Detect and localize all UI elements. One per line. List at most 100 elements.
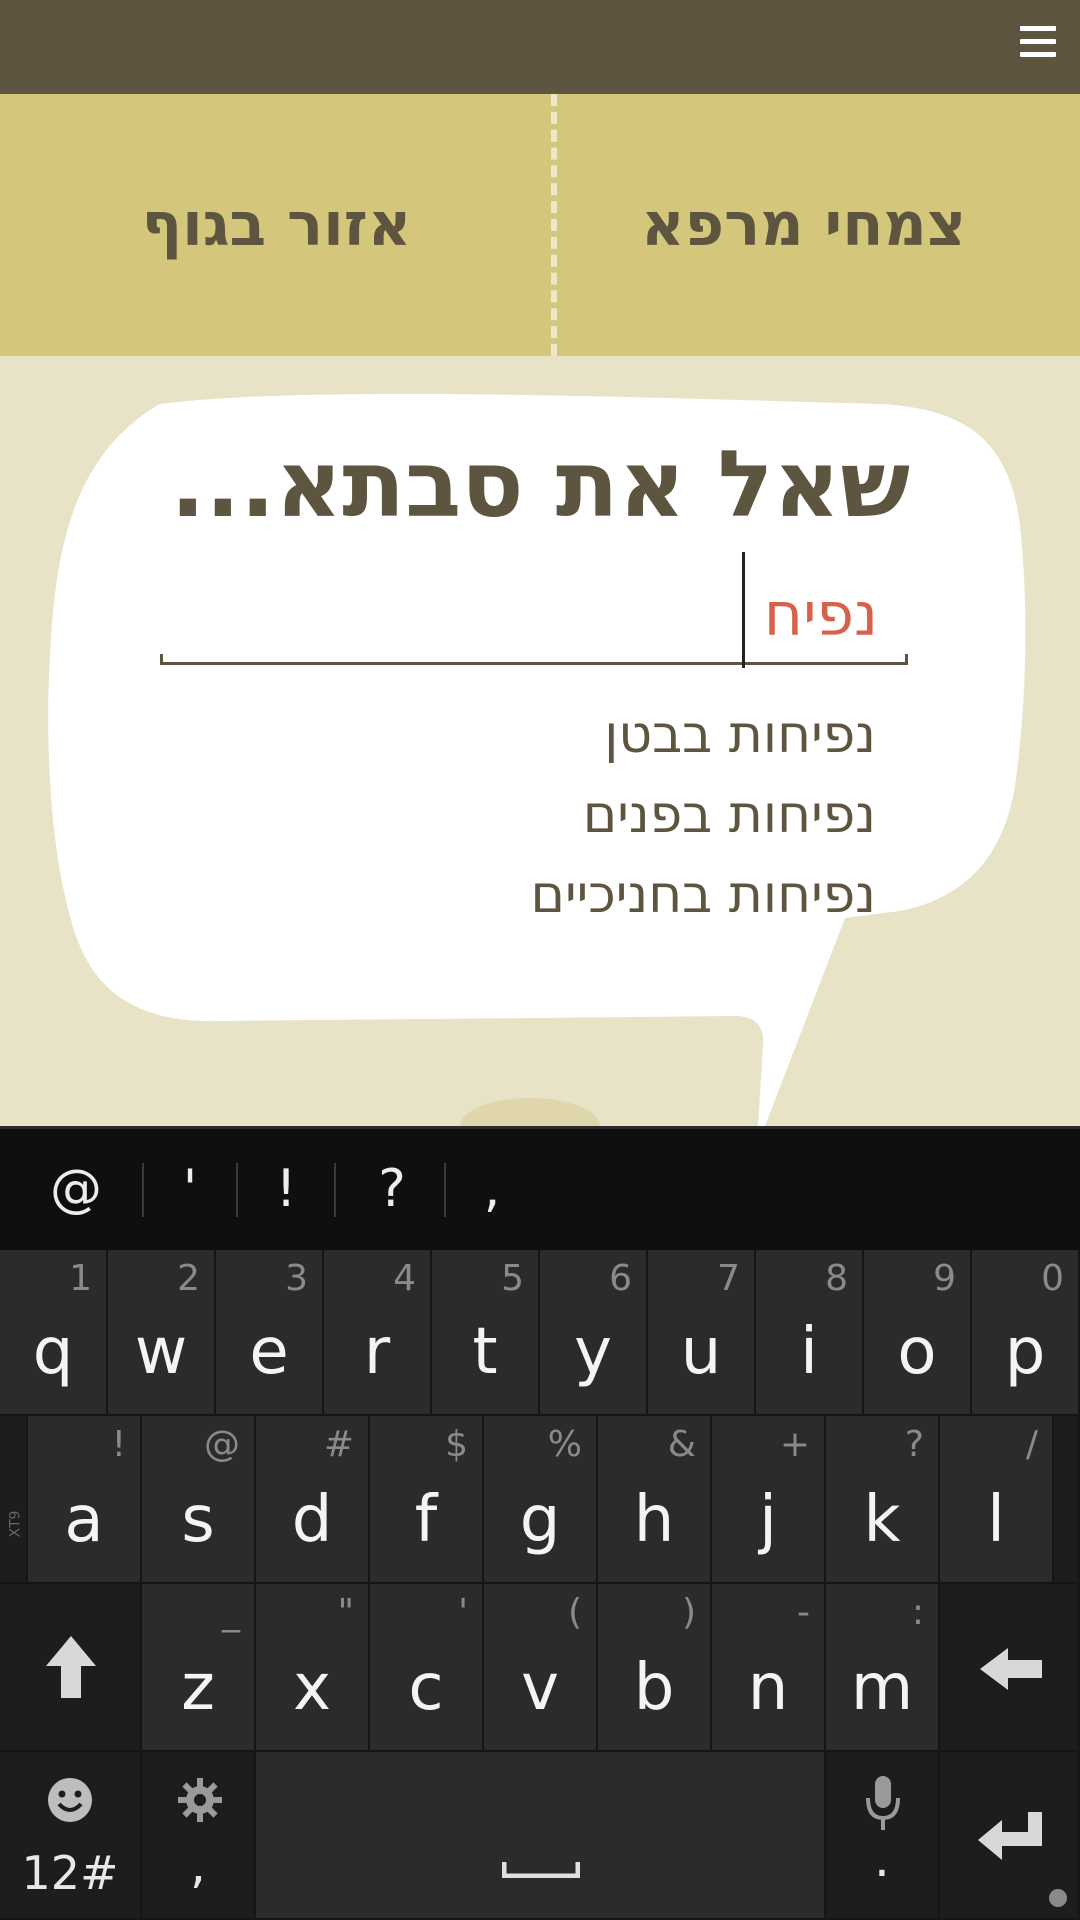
key-label: c [408, 1651, 444, 1725]
key-g[interactable]: % g [484, 1416, 598, 1584]
suggestion-item[interactable]: נפיחות בבטן [200, 700, 876, 780]
key-z[interactable]: _ z [142, 1584, 256, 1752]
key-label: f [414, 1483, 438, 1557]
key-label: d [291, 1483, 333, 1557]
search-underline-tick [905, 654, 908, 665]
symbol-question-key[interactable]: ? [342, 1149, 442, 1229]
key-y[interactable]: 6y [540, 1250, 648, 1416]
key-label: a [64, 1483, 104, 1557]
key-secondary: $ [445, 1424, 468, 1465]
key-x[interactable]: " x [256, 1584, 370, 1752]
menu-line [1020, 39, 1056, 44]
key-t[interactable]: 5t [432, 1250, 540, 1416]
top-bar [0, 0, 1080, 94]
settings-comma-key[interactable]: , [142, 1752, 256, 1920]
key-p[interactable]: 0p [972, 1250, 1080, 1416]
tab-healing-plants[interactable]: צמחי מרפא [527, 94, 1080, 356]
key-secondary: 3 [285, 1258, 308, 1299]
key-label: g [519, 1483, 561, 1557]
key-u[interactable]: 7u [648, 1250, 756, 1416]
symbol-apostrophe-key[interactable]: ' [150, 1149, 230, 1229]
key-m[interactable]: :m [826, 1584, 940, 1752]
key-r[interactable]: 4r [324, 1250, 432, 1416]
key-label: m [850, 1651, 914, 1725]
tab-body-area[interactable]: אזור בגוף [0, 94, 553, 356]
backspace-key[interactable] [940, 1584, 1080, 1752]
space-bar-icon [502, 1862, 580, 1878]
search-underline-tick [160, 654, 163, 665]
key-b[interactable]: ) b [598, 1584, 712, 1752]
backspace-arrow-icon [980, 1648, 1042, 1690]
xt9-label: XT9 [7, 1510, 24, 1538]
symbols-label: 12# [21, 1846, 119, 1900]
xt9-strip: XT9 [0, 1416, 28, 1584]
key-i[interactable]: 8i [756, 1250, 864, 1416]
key-label: u [680, 1315, 722, 1389]
key-label: l [987, 1483, 1005, 1557]
key-secondary: / [1025, 1424, 1038, 1465]
menu-line [1020, 26, 1056, 31]
key-k[interactable]: ? k [826, 1416, 940, 1584]
symbol-at-key[interactable]: @ [30, 1149, 122, 1229]
key-e[interactable]: 3e [216, 1250, 324, 1416]
key-w[interactable]: 2w [108, 1250, 216, 1416]
category-tabs: צמחי מרפא אזור בגוף [0, 94, 1080, 356]
key-secondary: & [667, 1424, 696, 1465]
key-c[interactable]: ' c [370, 1584, 484, 1752]
enter-key[interactable] [940, 1752, 1080, 1920]
key-secondary: @ [204, 1424, 240, 1465]
smiley-icon [48, 1778, 92, 1822]
key-label: y [574, 1315, 612, 1389]
comma-label: , [190, 1836, 206, 1894]
mic-period-key[interactable]: . [826, 1752, 940, 1920]
key-secondary: 9 [933, 1258, 956, 1299]
period-label: . [874, 1830, 890, 1888]
search-input[interactable] [160, 570, 908, 660]
key-secondary: ? [904, 1424, 924, 1465]
hamburger-menu-icon[interactable] [1020, 26, 1056, 62]
key-label: o [897, 1315, 937, 1389]
gear-icon [178, 1778, 222, 1822]
symbols-emoji-key[interactable]: 12# [0, 1752, 142, 1920]
suggestion-item[interactable]: נפיחות בפנים [200, 780, 876, 860]
suggestion-item[interactable]: נפיחות בחניכיים [200, 860, 876, 940]
key-d[interactable]: # d [256, 1416, 370, 1584]
keyboard-edge [1054, 1416, 1080, 1584]
key-secondary: ' [458, 1592, 468, 1633]
key-f[interactable]: $ f [370, 1416, 484, 1584]
key-h[interactable]: & h [598, 1416, 712, 1584]
divider [444, 1163, 446, 1217]
key-secondary: 0 [1041, 1258, 1064, 1299]
search-field [160, 550, 908, 670]
key-label: q [32, 1315, 74, 1389]
shift-key[interactable] [0, 1584, 142, 1752]
key-label: k [863, 1483, 901, 1557]
key-label: n [747, 1651, 789, 1725]
key-n[interactable]: -n [712, 1584, 826, 1752]
key-a[interactable]: ! a [28, 1416, 142, 1584]
key-label: z [181, 1651, 215, 1725]
space-key[interactable] [256, 1752, 826, 1920]
key-s[interactable]: @ s [142, 1416, 256, 1584]
key-secondary: 8 [825, 1258, 848, 1299]
key-secondary: _ [222, 1592, 240, 1633]
suggestion-list: נפיחות בבטן נפיחות בפנים נפיחות בחניכיים [200, 700, 876, 940]
key-j[interactable]: + j [712, 1416, 826, 1584]
symbol-comma-key[interactable]: , [452, 1149, 532, 1229]
key-o[interactable]: 9o [864, 1250, 972, 1416]
text-cursor [742, 552, 745, 668]
divider [236, 1163, 238, 1217]
key-v[interactable]: (v [484, 1584, 598, 1752]
key-secondary: 1 [69, 1258, 92, 1299]
symbol-exclaim-key[interactable]: ! [244, 1149, 328, 1229]
key-label: b [633, 1651, 675, 1725]
key-secondary: 7 [717, 1258, 740, 1299]
microphone-icon [866, 1776, 900, 1830]
key-secondary: # [323, 1424, 354, 1465]
shift-arrow-icon [46, 1636, 96, 1698]
menu-line [1020, 52, 1056, 57]
key-l[interactable]: / l [940, 1416, 1054, 1584]
info-dot-icon [1049, 1889, 1067, 1907]
key-label: r [363, 1315, 391, 1389]
key-q[interactable]: 1q [0, 1250, 108, 1416]
